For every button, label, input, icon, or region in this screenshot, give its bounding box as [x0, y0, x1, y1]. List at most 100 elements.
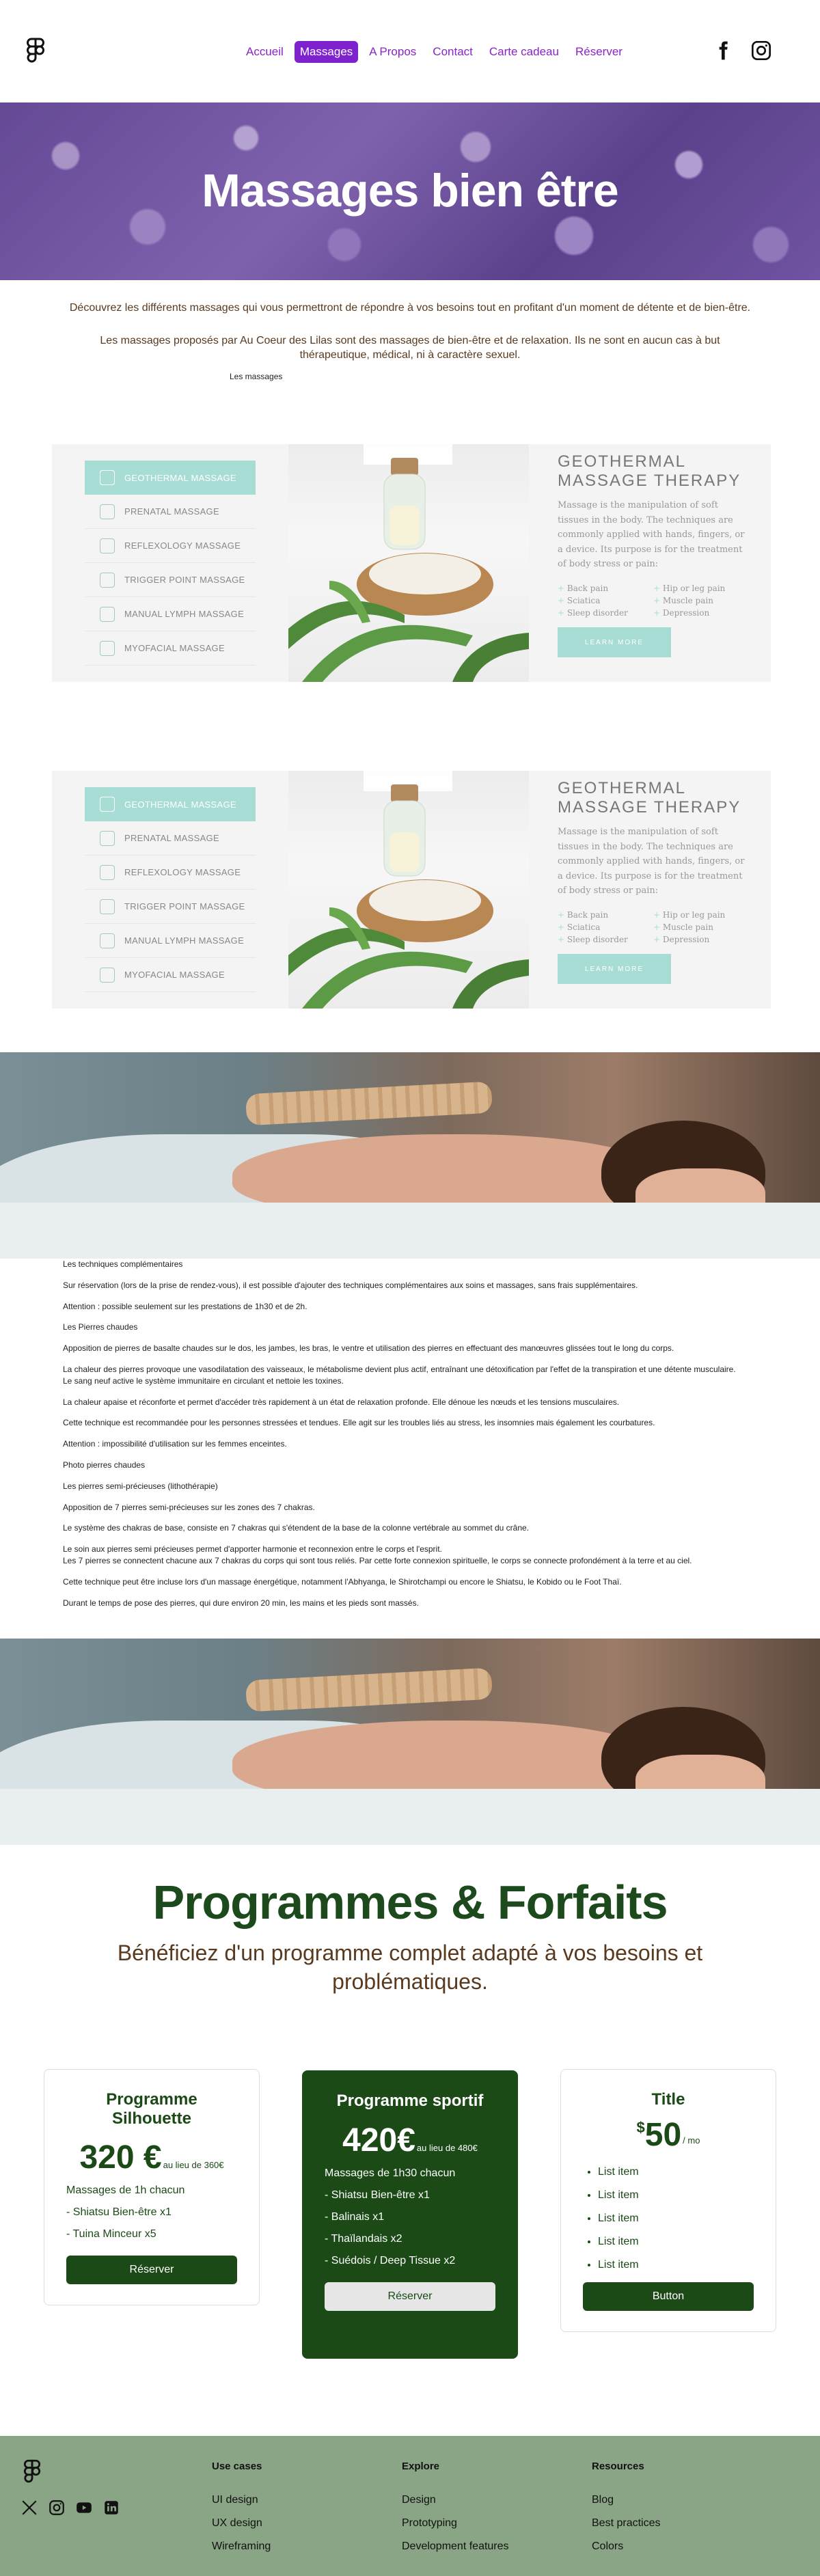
benefit-item: Depression: [653, 608, 749, 618]
benefit-item: Back pain: [558, 910, 653, 920]
lotus-icon: [100, 864, 115, 880]
service-menu-label: REFLEXOLOGY MASSAGE: [124, 867, 241, 877]
body-icon: [100, 933, 115, 948]
service-menu-label: GEOTHERMAL MASSAGE: [124, 472, 236, 483]
card-price: $ 50 / mo: [583, 2116, 754, 2154]
card-line: - Tuina Minceur x5: [66, 2228, 156, 2241]
facebook-icon[interactable]: [712, 39, 734, 62]
card-title: Title: [651, 2090, 685, 2109]
service-menu-label: TRIGGER POINT MASSAGE: [124, 901, 245, 912]
footer-link[interactable]: Development features: [402, 2540, 509, 2553]
service-title: GEOTHERMAL MASSAGE THERAPY: [558, 452, 741, 490]
benefit-item: Hip or leg pain: [653, 910, 749, 920]
service-menu-item-myofacial[interactable]: MYOFACIAL MASSAGE: [85, 958, 256, 992]
service-menu-item-manual-lymph[interactable]: MANUAL LYMPH MASSAGE: [85, 924, 256, 958]
service-description: Massage is the manipulation of soft tiss…: [558, 827, 745, 896]
service-menu-item-prenatal[interactable]: PRENATAL MASSAGE: [85, 821, 256, 855]
stones-icon: [100, 797, 115, 812]
service-image: [288, 771, 529, 1009]
service-menu-label: GEOTHERMAL MASSAGE: [124, 799, 236, 810]
footer-link[interactable]: Design: [402, 2494, 509, 2506]
hand-icon: [100, 899, 115, 914]
pricing-card-silhouette: Programme Silhouette 320 € au lieu de 36…: [44, 2069, 260, 2306]
text-paragraph: Les techniques complémentaires: [63, 1259, 183, 1269]
price-note: au lieu de 480€: [416, 2142, 478, 2153]
massage-photo: [0, 1052, 820, 1259]
service-image: [288, 444, 529, 682]
service-menu-item-reflexology[interactable]: REFLEXOLOGY MASSAGE: [85, 529, 256, 563]
youtube-icon[interactable]: [75, 2499, 93, 2517]
footer-column-title: Explore: [402, 2461, 440, 2472]
programmes-title: Programmes & Forfaits: [152, 1876, 668, 1929]
nav-link-massages[interactable]: Massages: [294, 41, 359, 63]
nav-link-reserver[interactable]: Réserver: [570, 41, 628, 63]
footer-link[interactable]: UX design: [212, 2517, 271, 2530]
card-button[interactable]: Button: [583, 2282, 754, 2311]
service-panel: GEOTHERMAL MASSAGE PRENATAL MASSAGE REFL…: [52, 444, 771, 682]
footer-link[interactable]: Blog: [592, 2494, 660, 2506]
benefit-item: Sciatica: [558, 922, 653, 932]
price-currency: $: [636, 2118, 645, 2136]
service-menu-item-reflexology[interactable]: REFLEXOLOGY MASSAGE: [85, 855, 256, 890]
service-menu-item-trigger-point[interactable]: TRIGGER POINT MASSAGE: [85, 890, 256, 924]
service-menu-item-prenatal[interactable]: PRENATAL MASSAGE: [85, 495, 256, 529]
service-panel: GEOTHERMAL MASSAGE PRENATAL MASSAGE REFL…: [52, 771, 771, 1009]
intro: Découvrez les différents massages qui vo…: [0, 280, 820, 363]
footer-social: [20, 2499, 120, 2517]
service-menu: GEOTHERMAL MASSAGE PRENATAL MASSAGE REFL…: [85, 461, 256, 666]
learn-more-button[interactable]: LEARN MORE: [558, 954, 671, 985]
text-paragraph: Sur réservation (lors de la prise de ren…: [63, 1280, 638, 1290]
instagram-icon[interactable]: [750, 39, 772, 62]
reserve-button[interactable]: Réserver: [66, 2256, 237, 2285]
instagram-icon[interactable]: [48, 2499, 66, 2517]
nav-link-accueil[interactable]: Accueil: [241, 41, 289, 63]
footer-link[interactable]: Prototyping: [402, 2517, 509, 2530]
footer-link[interactable]: Colors: [592, 2540, 660, 2553]
footer-link[interactable]: Best practices: [592, 2517, 660, 2530]
text-paragraph: Le sang neuf active le système immunitai…: [63, 1375, 344, 1386]
text-paragraph: La chaleur des pierres provoque une vaso…: [63, 1364, 736, 1374]
footer-link[interactable]: UI design: [212, 2494, 271, 2506]
nav-link-carte-cadeau[interactable]: Carte cadeau: [484, 41, 564, 63]
text-paragraph: Les pierres semi-précieuses (lithothérap…: [63, 1481, 218, 1491]
benefit-item: Muscle pain: [653, 922, 749, 932]
aloe-cream-illustration: [288, 444, 529, 682]
text-paragraph: Les Pierres chaudes: [63, 1322, 138, 1332]
card-price: 320 € au lieu de 360€: [66, 2139, 237, 2176]
social-links: [712, 39, 772, 62]
figma-logo-icon[interactable]: [23, 2459, 41, 2485]
prenatal-icon: [100, 504, 115, 519]
service-menu-item-geothermal[interactable]: GEOTHERMAL MASSAGE: [85, 787, 256, 821]
card-list: List item List item List item List item …: [583, 2166, 754, 2271]
pricing-card-generic: Title $ 50 / mo List item List item List…: [560, 2069, 776, 2332]
nav-links: Accueil Massages A Propos Contact Carte …: [241, 41, 628, 63]
hero-title: Massages bien être: [202, 165, 618, 217]
reserve-button[interactable]: Réserver: [325, 2282, 495, 2311]
aloe-cream-illustration: [288, 771, 529, 1009]
card-line: - Shiatsu Bien-être x1: [325, 2189, 430, 2201]
service-menu-item-myofacial[interactable]: MYOFACIAL MASSAGE: [85, 631, 256, 666]
programmes-subtitle: Bénéficiez d'un programme complet adapté…: [117, 1941, 703, 1994]
service-menu-item-manual-lymph[interactable]: MANUAL LYMPH MASSAGE: [85, 597, 256, 631]
lotus-icon: [100, 538, 115, 553]
pricing-card-sportif: Programme sportif 420€ au lieu de 480€ M…: [302, 2070, 518, 2359]
card-title: Programme Silhouette: [106, 2090, 197, 2128]
learn-more-button[interactable]: LEARN MORE: [558, 627, 671, 658]
price-amount: 320 €: [79, 2139, 162, 2176]
text-paragraph: Attention : impossibilité d'utilisation …: [63, 1439, 287, 1449]
price-amount: 420€: [342, 2122, 415, 2159]
linkedin-icon[interactable]: [102, 2499, 120, 2517]
x-icon[interactable]: [20, 2499, 38, 2517]
footer-column-title: Resources: [592, 2461, 644, 2472]
list-item: List item: [598, 2212, 754, 2225]
text-paragraph: Cette technique est recommandée pour les…: [63, 1418, 655, 1428]
service-menu-item-geothermal[interactable]: GEOTHERMAL MASSAGE: [85, 461, 256, 495]
nav-link-a-propos[interactable]: A Propos: [364, 41, 422, 63]
service-menu-item-trigger-point[interactable]: TRIGGER POINT MASSAGE: [85, 563, 256, 597]
figma-logo-icon[interactable]: [26, 38, 45, 65]
text-paragraph: La chaleur apaise et réconforte et perme…: [63, 1397, 620, 1407]
footer-link[interactable]: Wireframing: [212, 2540, 271, 2553]
nav-link-contact[interactable]: Contact: [427, 41, 478, 63]
text-paragraph: Le soin aux pierres semi précieuses perm…: [63, 1544, 442, 1554]
service-menu-label: TRIGGER POINT MASSAGE: [124, 575, 245, 585]
